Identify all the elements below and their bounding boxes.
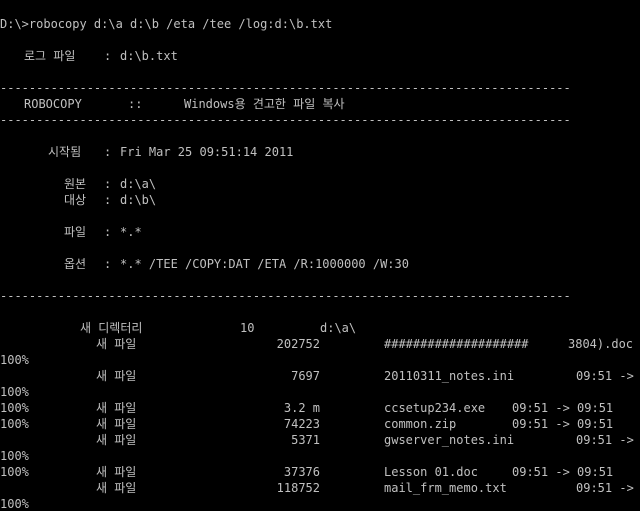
file-row-name: Lesson 01.doc bbox=[384, 465, 478, 479]
file-row-eta: 09:51 -> bbox=[576, 433, 634, 447]
banner-title: Windows용 견고한 파일 복사 bbox=[184, 97, 345, 111]
progress-percent: 100% bbox=[0, 449, 29, 463]
log-file-sep: : bbox=[104, 49, 112, 63]
log-file-label: 로그 파일 bbox=[24, 49, 76, 63]
options-label: 옵션 bbox=[64, 257, 87, 271]
file-row-label: 새 파일 bbox=[96, 337, 137, 351]
separator-line: ----------------------------------------… bbox=[0, 81, 571, 95]
file-row-eta: 09:51 -> 09:51 bbox=[512, 465, 614, 479]
file-row-size: 5371 bbox=[291, 433, 320, 447]
file-row-size: 7697 bbox=[291, 369, 320, 383]
options-sep: : bbox=[104, 257, 112, 271]
file-row-label: 새 파일 bbox=[96, 465, 137, 479]
progress-percent: 100% bbox=[0, 417, 29, 431]
file-row-eta: 09:51 -> 09:51 bbox=[512, 417, 614, 431]
new-dir-count: 10 bbox=[240, 321, 255, 335]
command-line: D:\>robocopy d:\a d:\b /eta /tee /log:d:… bbox=[0, 17, 333, 31]
progress-percent: 100% bbox=[0, 497, 29, 511]
dest-label: 대상 bbox=[64, 193, 87, 207]
progress-percent: 100% bbox=[0, 353, 29, 367]
file-row-size: 118752 bbox=[276, 481, 320, 495]
source-value: d:\a\ bbox=[120, 177, 157, 191]
file-row-name: mail_frm_memo.txt bbox=[384, 481, 507, 495]
file-row-eta: 09:51 -> bbox=[576, 369, 634, 383]
banner-name: ROBOCOPY bbox=[24, 97, 82, 111]
file-row-name: gwserver_notes.ini bbox=[384, 433, 515, 447]
file-row-size: 3.2 m bbox=[283, 401, 320, 415]
console-window[interactable]: D:\>robocopy d:\a d:\b /eta /tee /log:d:… bbox=[0, 0, 640, 511]
progress-percent: 100% bbox=[0, 401, 29, 415]
file-row-label: 새 파일 bbox=[96, 433, 137, 447]
file-row-label: 새 파일 bbox=[96, 369, 137, 383]
started-label: 시작됨 bbox=[48, 145, 82, 159]
files-sep: : bbox=[104, 225, 112, 239]
file-row-eta: 09:51 -> 09:51 bbox=[512, 401, 614, 415]
options-value: *.* /TEE /COPY:DAT /ETA /R:1000000 /W:30 bbox=[120, 257, 409, 271]
separator-line: ----------------------------------------… bbox=[0, 113, 571, 127]
progress-percent: 100% bbox=[0, 465, 29, 479]
dest-value: d:\b\ bbox=[120, 193, 157, 207]
file-row-label: 새 파일 bbox=[96, 401, 137, 415]
file-row-label: 새 파일 bbox=[96, 481, 137, 495]
dest-sep: : bbox=[104, 193, 112, 207]
started-value: Fri Mar 25 09:51:14 2011 bbox=[120, 145, 294, 159]
file-row-label: 새 파일 bbox=[96, 417, 137, 431]
files-value: *.* bbox=[120, 225, 142, 239]
file-row-eta: 09:51 -> bbox=[576, 481, 634, 495]
new-dir-path: d:\a\ bbox=[320, 321, 357, 335]
file-row-name: common.zip bbox=[384, 417, 457, 431]
file-row-size: 74223 bbox=[283, 417, 320, 431]
progress-percent: 100% bbox=[0, 385, 29, 399]
banner-sep: :: bbox=[128, 97, 143, 111]
source-sep: : bbox=[104, 177, 112, 191]
file-row-eta: 3804).doc bbox=[568, 337, 634, 351]
source-label: 원본 bbox=[64, 177, 87, 191]
file-row-size: 202752 bbox=[276, 337, 320, 351]
new-dir-label: 새 디렉터리 bbox=[80, 321, 143, 335]
files-label: 파일 bbox=[64, 225, 87, 239]
file-row-name: #################### bbox=[384, 337, 529, 351]
file-row-name: ccsetup234.exe bbox=[384, 401, 486, 415]
file-row-name: 20110311_notes.ini bbox=[384, 369, 515, 383]
separator-line: ----------------------------------------… bbox=[0, 289, 571, 303]
file-row-size: 37376 bbox=[283, 465, 320, 479]
log-file-value: d:\b.txt bbox=[120, 49, 178, 63]
started-sep: : bbox=[104, 145, 112, 159]
